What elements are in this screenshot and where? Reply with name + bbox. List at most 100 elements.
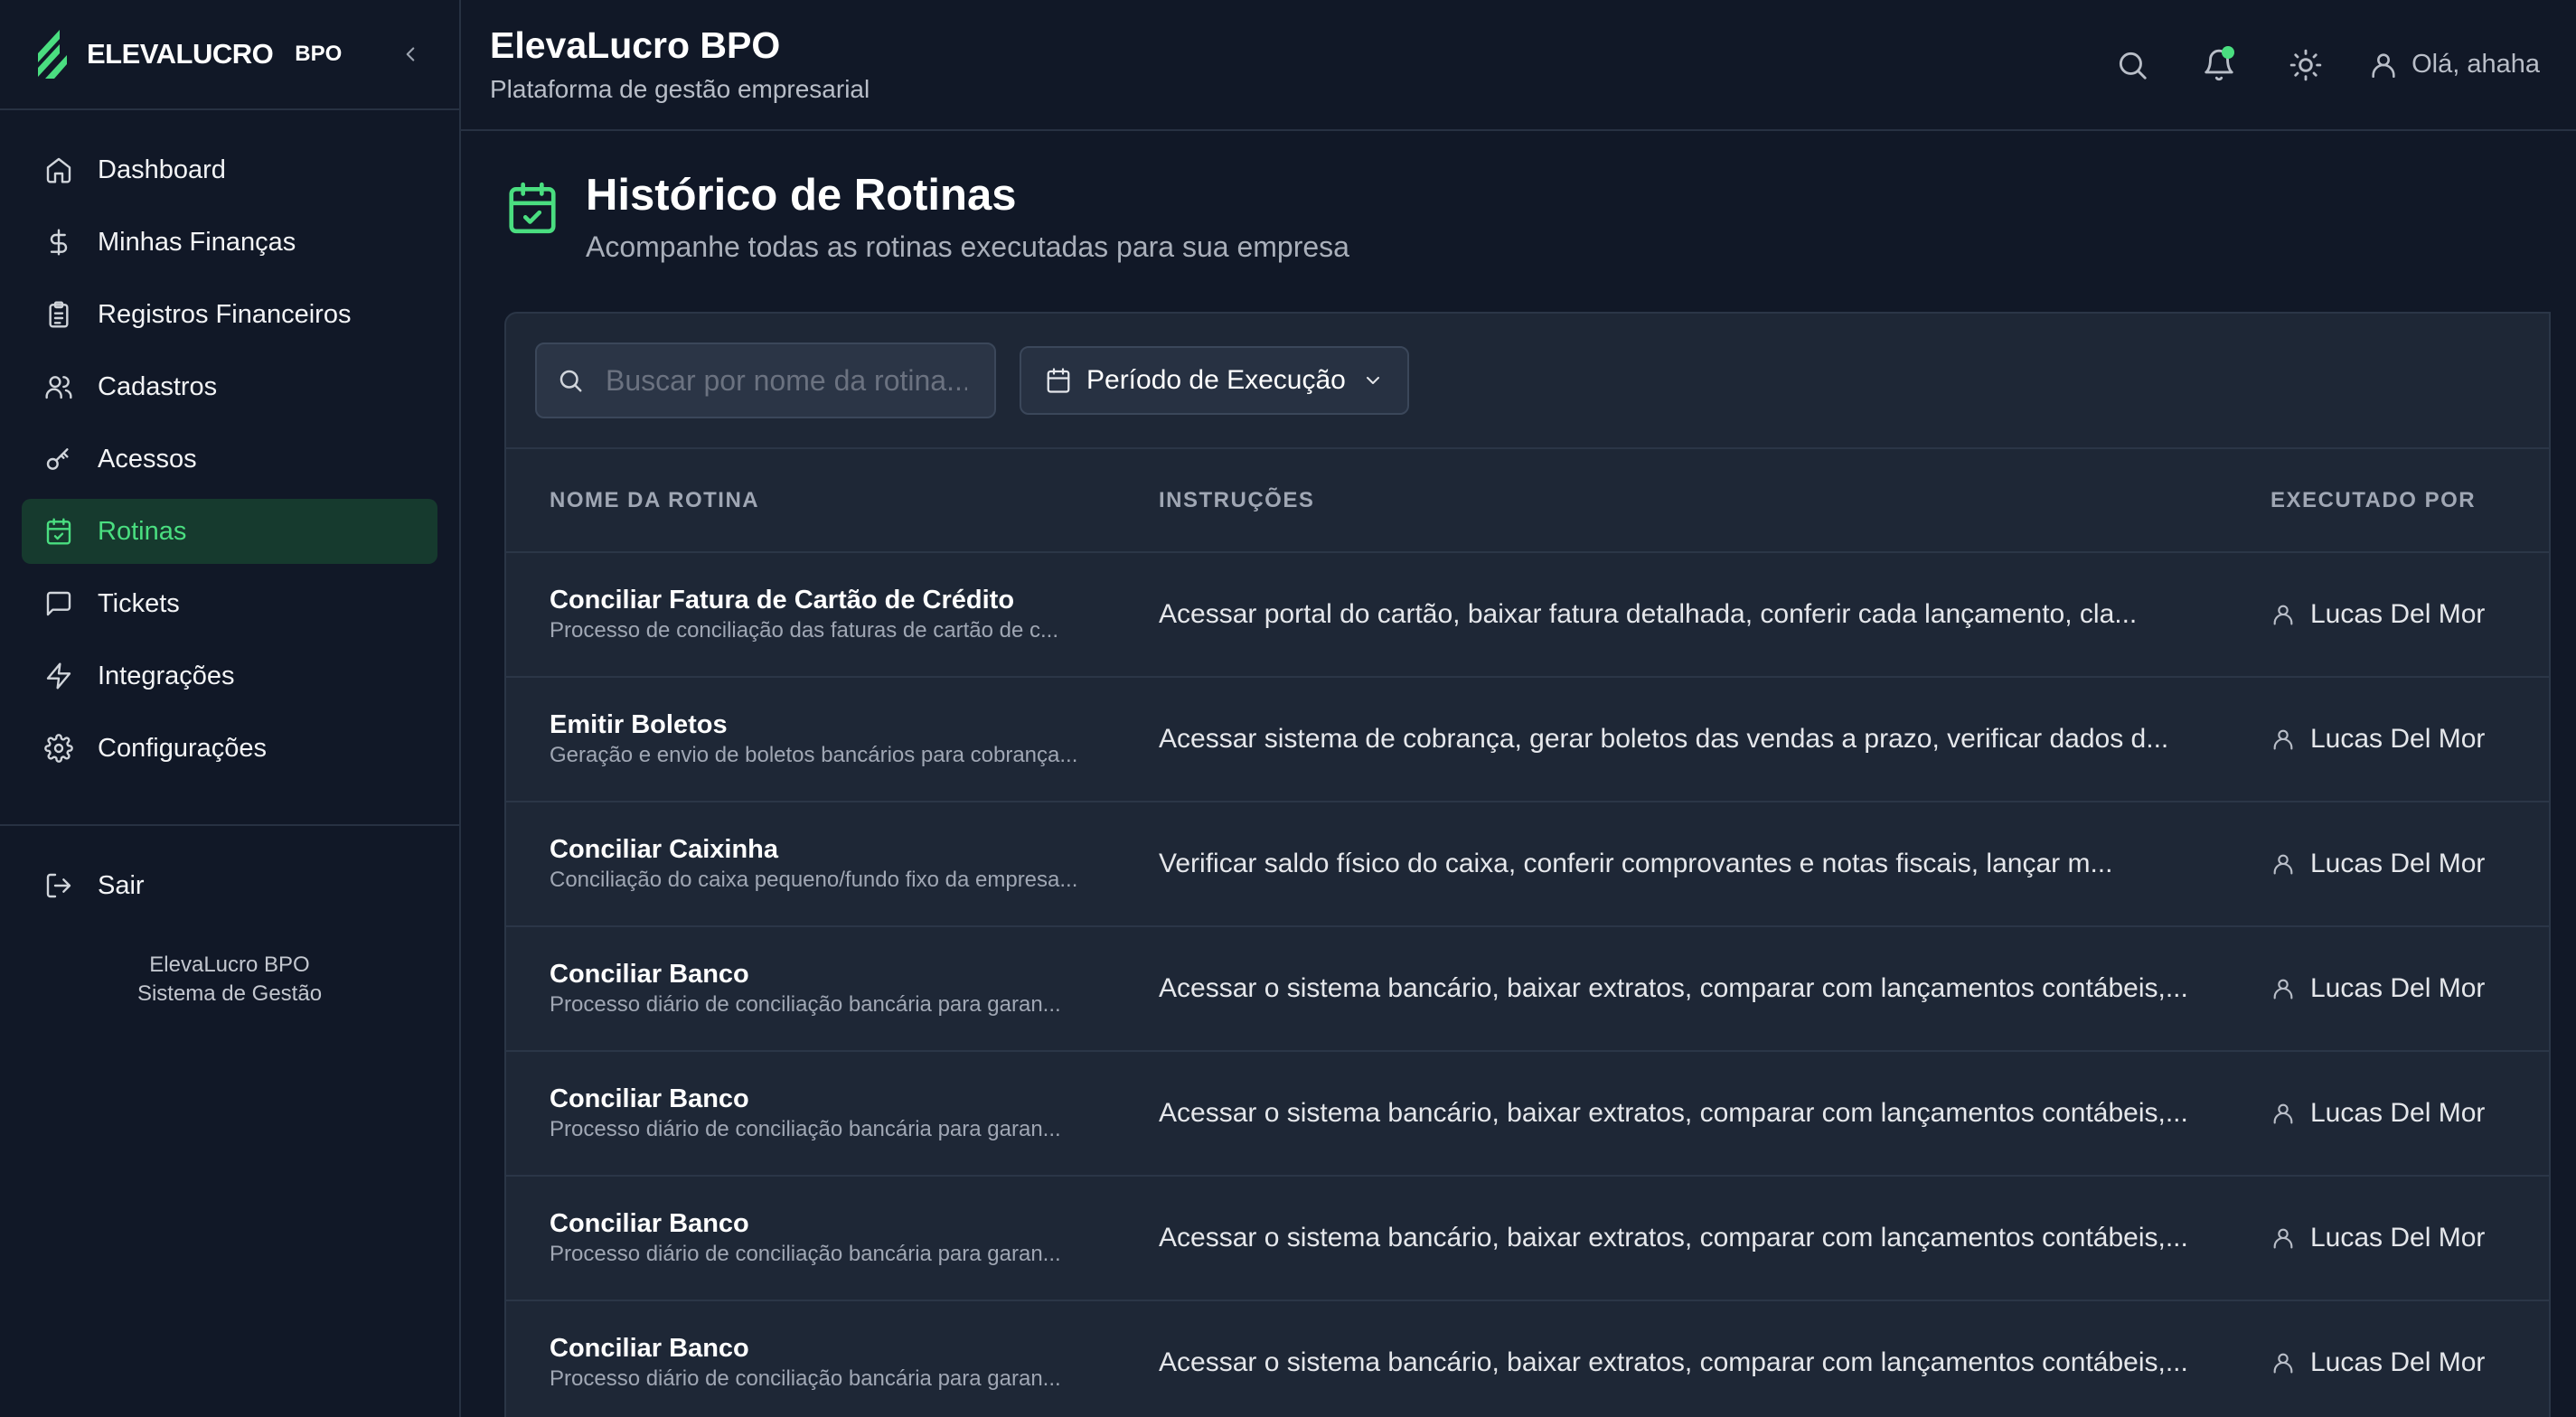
- sidebar-item-label: Dashboard: [98, 155, 226, 184]
- cell-executor: Lucas Del Mor: [2270, 677, 2549, 802]
- routine-instructions: Acessar o sistema bancário, baixar extra…: [1159, 973, 2188, 1003]
- sidebar-item-tickets[interactable]: Tickets: [22, 571, 437, 636]
- sidebar-item-label: Integrações: [98, 661, 235, 690]
- search-input[interactable]: [606, 363, 967, 398]
- user-icon: [2270, 727, 2296, 752]
- cell-name: Conciliar Fatura de Cartão de Crédito Pr…: [506, 552, 1159, 677]
- topbar: ElevaLucro BPO Plataforma de gestão empr…: [461, 0, 2576, 131]
- table-header-row: NOME DA ROTINA INSTRUÇÕES EXECUTADO POR: [506, 449, 2549, 553]
- user-icon: [2270, 1225, 2296, 1251]
- column-header-instructions[interactable]: INSTRUÇÕES: [1159, 449, 2270, 553]
- cell-executor: Lucas Del Mor: [2270, 1300, 2549, 1417]
- cell-instructions: Verificar saldo físico do caixa, conferi…: [1159, 802, 2270, 926]
- routine-description: Geração e envio de boletos bancários par…: [550, 743, 1078, 767]
- user-icon: [2270, 602, 2296, 627]
- table-row[interactable]: Conciliar Banco Processo diário de conci…: [506, 926, 2549, 1051]
- cell-executor: Lucas Del Mor: [2270, 926, 2549, 1051]
- sidebar-item-label: Rotinas: [98, 516, 187, 546]
- cell-name: Conciliar Banco Processo diário de conci…: [506, 1051, 1159, 1176]
- theme-toggle-button[interactable]: [2285, 44, 2327, 86]
- routine-name: Conciliar Banco: [550, 1334, 749, 1363]
- cell-instructions: Acessar portal do cartão, baixar fatura …: [1159, 552, 2270, 677]
- executor-name: Lucas Del Mor: [2310, 1347, 2486, 1377]
- user-icon: [2270, 976, 2296, 1001]
- search-button[interactable]: [2111, 44, 2153, 86]
- routine-instructions: Acessar sistema de cobrança, gerar bolet…: [1159, 724, 2169, 754]
- user-icon: [2368, 50, 2399, 80]
- calendar-check-icon: [43, 516, 74, 547]
- chevron-down-icon: [1362, 370, 1384, 391]
- user-menu[interactable]: Olá, ahaha: [2368, 50, 2540, 80]
- cell-executor: Lucas Del Mor: [2270, 1051, 2549, 1176]
- search-icon: [559, 370, 582, 392]
- notification-dot: [2222, 45, 2235, 59]
- header-actions: Olá, ahaha: [2066, 44, 2540, 86]
- routines-table: NOME DA ROTINA INSTRUÇÕES EXECUTADO POR …: [506, 449, 2549, 1417]
- routine-description: Processo diário de conciliação bancária …: [550, 1242, 1061, 1266]
- sidebar-item-rotinas[interactable]: Rotinas: [22, 499, 437, 564]
- period-filter-button[interactable]: Período de Execução: [1020, 346, 1409, 415]
- period-filter-label: Período de Execução: [1086, 365, 1346, 395]
- sidebar-item-integracoes[interactable]: Integrações: [22, 643, 437, 708]
- logo-icon: [38, 30, 67, 79]
- sidebar: ELEVALUCRO BPO Dashboard Minhas Finanças: [0, 0, 461, 1417]
- table-row[interactable]: Conciliar Fatura de Cartão de Crédito Pr…: [506, 552, 2549, 677]
- dollar-icon: [43, 227, 74, 258]
- logout-button[interactable]: Sair: [22, 853, 437, 918]
- message-icon: [43, 588, 74, 619]
- executor-name: Lucas Del Mor: [2310, 849, 2486, 878]
- routine-description: Processo de conciliação das faturas de c…: [550, 618, 1058, 643]
- brand-name: ELEVALUCRO: [87, 38, 274, 70]
- app-subtitle: Plataforma de gestão empresarial: [490, 74, 870, 103]
- sidebar-item-label: Configurações: [98, 733, 267, 763]
- sidebar-item-minhas-financas[interactable]: Minhas Finanças: [22, 210, 437, 275]
- cell-instructions: Acessar o sistema bancário, baixar extra…: [1159, 926, 2270, 1051]
- routine-instructions: Acessar o sistema bancário, baixar extra…: [1159, 1347, 2188, 1377]
- executor-name: Lucas Del Mor: [2310, 724, 2486, 754]
- table-row[interactable]: Conciliar Banco Processo diário de conci…: [506, 1051, 2549, 1176]
- sidebar-item-dashboard[interactable]: Dashboard: [22, 137, 437, 202]
- user-icon: [2270, 1350, 2296, 1375]
- routine-name: Conciliar Banco: [550, 960, 749, 989]
- routine-description: Conciliação do caixa pequeno/fundo fixo …: [550, 868, 1078, 892]
- cell-executor: Lucas Del Mor: [2270, 552, 2549, 677]
- page-title: Histórico de Rotinas: [586, 171, 1017, 220]
- logout-icon: [43, 870, 74, 901]
- table-row[interactable]: Emitir Boletos Geração e envio de boleto…: [506, 677, 2549, 802]
- sidebar-item-cadastros[interactable]: Cadastros: [22, 354, 437, 419]
- table-row[interactable]: Conciliar Banco Processo diário de conci…: [506, 1300, 2549, 1417]
- sun-icon: [2289, 49, 2322, 80]
- home-icon: [43, 155, 74, 185]
- table-row[interactable]: Conciliar Banco Processo diário de conci…: [506, 1176, 2549, 1300]
- collapse-sidebar-button[interactable]: [394, 38, 427, 70]
- footer-line-2: Sistema de Gestão: [136, 981, 323, 1006]
- search-icon: [2120, 52, 2147, 80]
- sidebar-item-acessos[interactable]: Acessos: [22, 427, 437, 492]
- sidebar-item-label: Tickets: [98, 588, 180, 618]
- cell-name: Conciliar Banco Processo diário de conci…: [506, 1176, 1159, 1300]
- table-row[interactable]: Conciliar Caixinha Conciliação do caixa …: [506, 802, 2549, 926]
- filters-bar: Período de Execução: [506, 314, 2549, 449]
- routine-instructions: Acessar o sistema bancário, baixar extra…: [1159, 1223, 2188, 1253]
- calendar-icon: [1045, 367, 1072, 394]
- sidebar-nav: Dashboard Minhas Finanças Registros Fina…: [0, 110, 459, 826]
- sidebar-item-configuracoes[interactable]: Configurações: [22, 716, 437, 781]
- sidebar-item-registros-financeiros[interactable]: Registros Financeiros: [22, 282, 437, 347]
- cell-name: Conciliar Banco Processo diário de conci…: [506, 926, 1159, 1051]
- app-title: ElevaLucro BPO: [490, 23, 781, 66]
- column-header-executor[interactable]: EXECUTADO POR: [2270, 449, 2549, 553]
- column-header-name[interactable]: NOME DA ROTINA: [506, 449, 1159, 553]
- users-icon: [43, 371, 74, 402]
- cell-name: Emitir Boletos Geração e envio de boleto…: [506, 677, 1159, 802]
- executor-name: Lucas Del Mor: [2310, 973, 2486, 1003]
- key-icon: [43, 444, 74, 474]
- routines-panel: Período de Execução NOME DA ROTINA INSTR…: [504, 312, 2551, 1417]
- notifications-button[interactable]: [2198, 44, 2240, 86]
- gear-icon: [43, 733, 74, 764]
- cell-name: Conciliar Banco Processo diário de conci…: [506, 1300, 1159, 1417]
- routine-instructions: Verificar saldo físico do caixa, conferi…: [1159, 849, 2113, 878]
- routine-instructions: Acessar o sistema bancário, baixar extra…: [1159, 1098, 2188, 1128]
- routine-name: Conciliar Caixinha: [550, 835, 779, 864]
- user-greeting: Olá, ahaha: [2411, 50, 2540, 79]
- page-subtitle: Acompanhe todas as rotinas executadas pa…: [586, 230, 1349, 263]
